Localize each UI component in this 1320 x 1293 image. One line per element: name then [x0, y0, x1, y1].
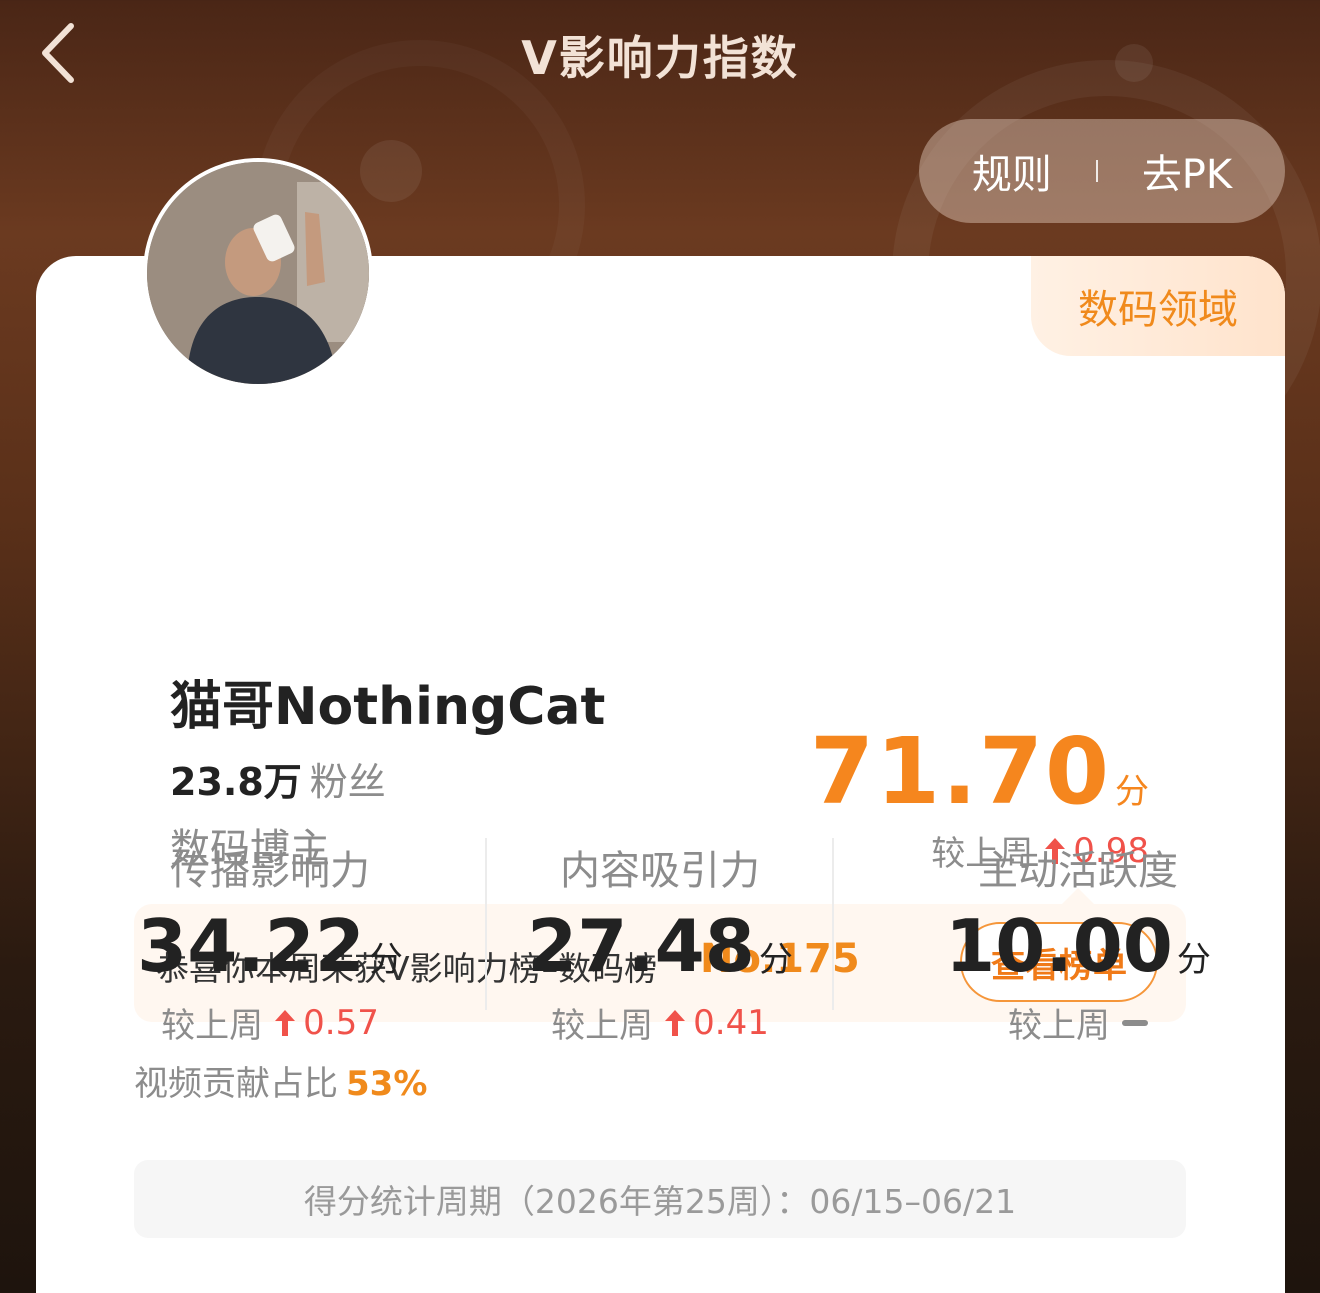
total-score: 71.70 分	[810, 718, 1149, 825]
metric-unit: 分	[1176, 940, 1211, 980]
metric-value-row: 34.22 分	[100, 904, 440, 988]
no-change-icon	[1122, 1019, 1148, 1026]
score-period: 得分统计周期（2026年第25周）：06/15–06/21	[134, 1160, 1186, 1238]
page-title: V影响力指数	[521, 31, 799, 85]
compare-label: 较上周	[161, 1006, 264, 1046]
metric-delta: 0.57	[303, 1002, 379, 1043]
total-score-unit: 分	[1115, 772, 1149, 812]
metric-divider	[485, 838, 487, 1010]
metric-change: 较上周 0.41	[490, 998, 830, 1047]
fans-label: 粉丝	[309, 760, 386, 804]
metric-value: 27.48	[527, 904, 755, 988]
metric-change: 较上周	[908, 998, 1248, 1047]
total-score-value: 71.70	[809, 718, 1111, 825]
metric-change: 较上周 0.57	[100, 998, 440, 1047]
fans-count: 23.8万 粉丝	[170, 751, 386, 806]
metric-label: 主动活跃度	[978, 848, 1178, 894]
metric-delta: 0.41	[693, 1002, 769, 1043]
background-dot	[360, 140, 422, 202]
compare-label: 较上周	[1008, 1006, 1110, 1046]
video-share: 视频贡献占比 53%	[134, 1056, 427, 1105]
video-share-label: 视频贡献占比	[134, 1064, 338, 1104]
avatar-image	[147, 162, 369, 384]
metric-label: 内容吸引力	[560, 848, 760, 894]
metric-column: 内容吸引力 27.48 分较上周 0.41	[490, 838, 830, 1047]
metric-value-row: 10.00 分	[908, 904, 1248, 988]
arrow-up-icon	[275, 1009, 296, 1036]
pk-button[interactable]: 去PK	[1120, 142, 1254, 200]
rules-button[interactable]: 规则	[950, 142, 1074, 200]
metric-column: 主动活跃度 10.00 分较上周	[908, 838, 1248, 1047]
top-actions-pill: 规则 去PK	[919, 119, 1285, 223]
metric-column: 传播影响力 34.22 分较上周 0.57	[100, 838, 440, 1047]
metric-value: 34.22	[137, 904, 365, 988]
metric-unit: 分	[368, 940, 403, 980]
metric-value: 10.00	[945, 904, 1173, 988]
fans-number: 23.8万	[170, 760, 302, 804]
video-share-value: 53%	[346, 1064, 428, 1104]
username: 猫哥NothingCat	[170, 677, 606, 737]
arrow-up-icon	[665, 1009, 686, 1036]
metric-value-row: 27.48 分	[490, 904, 830, 988]
metric-unit: 分	[758, 940, 793, 980]
avatar[interactable]	[143, 158, 373, 388]
domain-tag: 数码领域	[1031, 256, 1285, 356]
influence-card: 数码领域 猫哥NothingCat 23.8万 粉丝 数码博主 71.70 分 较…	[36, 256, 1285, 1293]
metric-label: 传播影响力	[170, 848, 370, 894]
metric-divider	[832, 838, 834, 1010]
compare-label: 较上周	[551, 1006, 654, 1046]
pill-divider	[1095, 160, 1098, 182]
